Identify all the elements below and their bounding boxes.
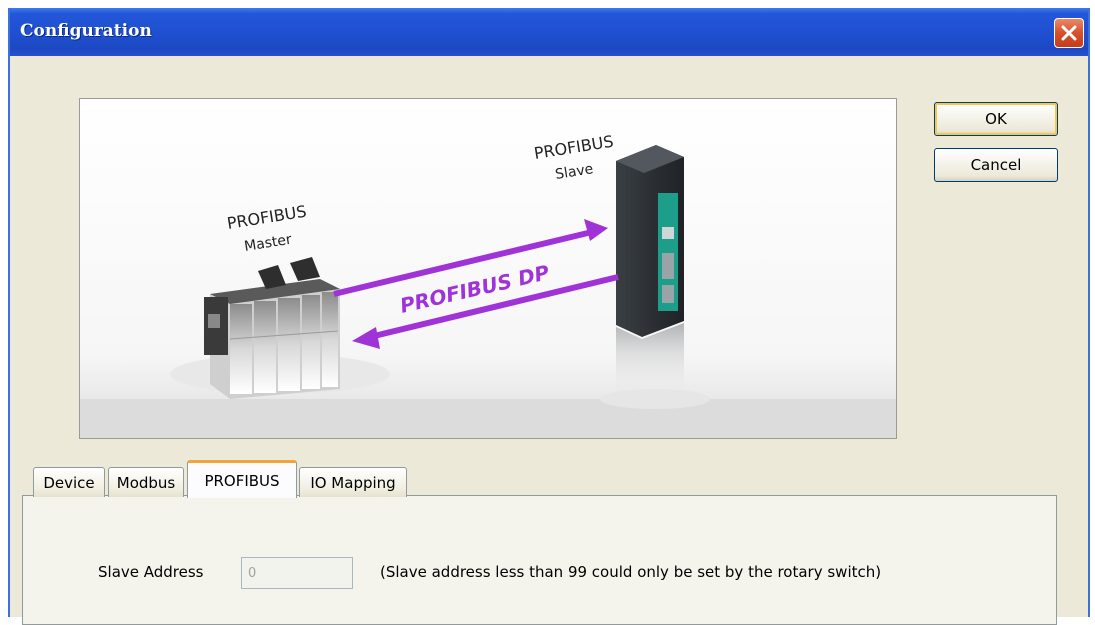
close-button[interactable] (1054, 18, 1084, 48)
cancel-button[interactable]: Cancel (934, 148, 1058, 182)
diagram-picture: PROFIBUS Master PROFIBUS Slave PROFIBUS … (79, 98, 897, 439)
tab-profibus[interactable]: PROFIBUS (187, 460, 297, 498)
window-title: Configuration (20, 21, 152, 41)
tab-panel-profibus (22, 495, 1057, 625)
close-icon (1061, 25, 1077, 41)
profibus-diagram: PROFIBUS Master PROFIBUS Slave PROFIBUS … (80, 99, 896, 438)
ok-button[interactable]: OK (934, 102, 1058, 136)
slave-address-label: Slave Address (98, 563, 204, 581)
tab-io-mapping[interactable]: IO Mapping (299, 467, 407, 497)
slave-address-hint: (Slave address less than 99 could only b… (380, 563, 882, 581)
tab-modbus[interactable]: Modbus (108, 467, 184, 497)
title-bar[interactable]: Configuration (10, 8, 1088, 56)
slave-address-input[interactable] (241, 557, 353, 589)
tab-device[interactable]: Device (33, 467, 105, 497)
